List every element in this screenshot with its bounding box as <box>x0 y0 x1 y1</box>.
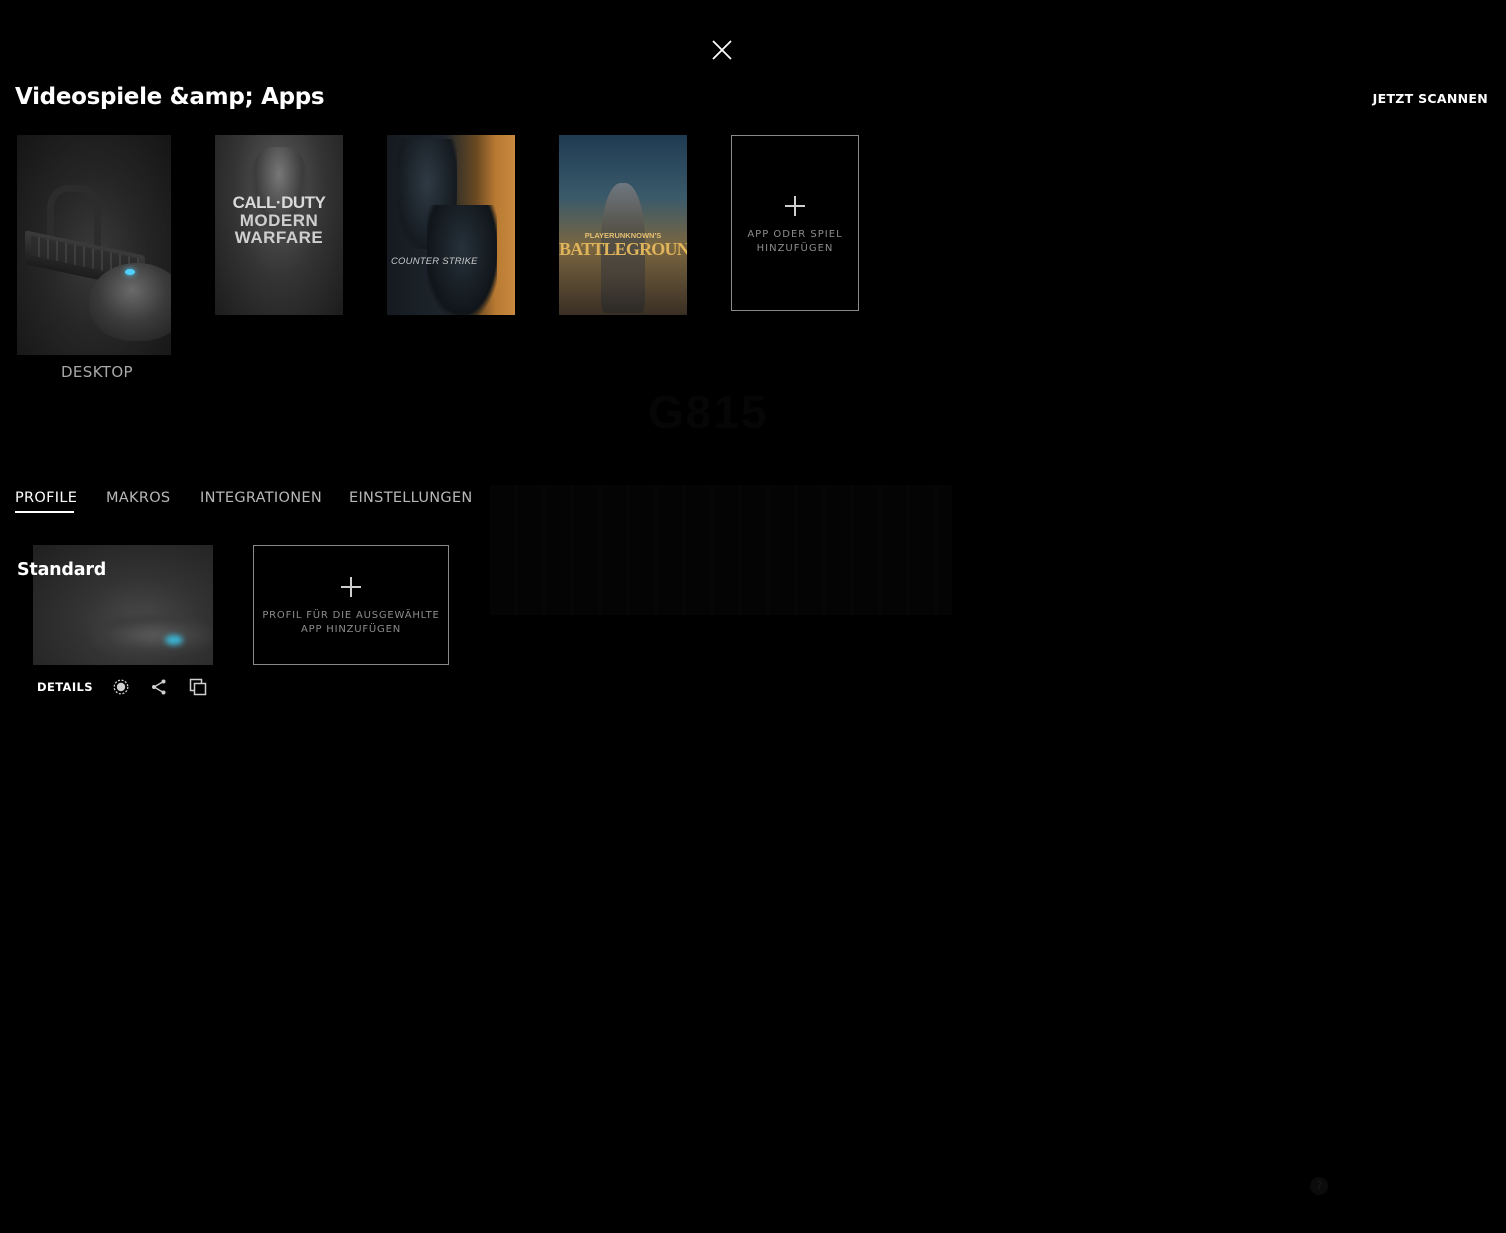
led-indicator <box>165 635 183 645</box>
plus-icon <box>785 196 805 216</box>
cs-logo-text: COUNTER STRIKE <box>391 256 478 267</box>
share-button[interactable] <box>150 678 168 696</box>
cod-logo-line1: CALL·DUTY <box>232 193 326 212</box>
close-icon <box>712 40 732 60</box>
persistent-profile-button[interactable] <box>112 678 130 696</box>
tab-einstellungen[interactable]: EINSTELLUNGEN <box>349 490 473 506</box>
active-tab-indicator <box>15 511 74 513</box>
close-button[interactable] <box>710 38 734 62</box>
profile-name: Standard <box>17 560 107 580</box>
duplicate-button[interactable] <box>189 678 207 696</box>
add-app-label: APP ODER SPIEL HINZUFÜGEN <box>747 229 843 254</box>
share-icon <box>152 679 166 695</box>
plus-icon <box>341 577 361 597</box>
duplicate-icon <box>189 678 207 696</box>
cod-logo-line3: WARFARE <box>234 228 324 247</box>
background-device-logo: G815 <box>648 386 769 438</box>
pubg-logo-line2: BATTLEGROUNDS <box>559 239 687 259</box>
add-profile-label: PROFIL FÜR DIE AUSGEWÄHLTE APP HINZUFÜGE… <box>262 610 440 635</box>
tab-profile[interactable]: PROFILE <box>15 490 77 506</box>
add-app-button[interactable]: APP ODER SPIEL HINZUFÜGEN <box>731 135 859 311</box>
app-label-desktop: DESKTOP <box>60 363 134 381</box>
tab-makros[interactable]: MAKROS <box>106 490 170 506</box>
app-tile-counter-strike[interactable]: COUNTER STRIKE <box>387 135 515 315</box>
app-tile-pubg[interactable]: PLAYERUNKNOWN'S BATTLEGROUNDS <box>559 135 687 315</box>
app-tile-call-of-duty[interactable]: CALL·DUTY MODERN WARFARE <box>215 135 343 315</box>
mouse-image <box>93 615 213 655</box>
tab-integrationen[interactable]: INTEGRATIONEN <box>200 490 322 506</box>
add-profile-button[interactable]: PROFIL FÜR DIE AUSGEWÄHLTE APP HINZUFÜGE… <box>253 545 449 665</box>
scan-now-button[interactable]: JETZT SCANNEN <box>1360 91 1488 109</box>
persistent-profile-icon <box>113 679 129 695</box>
page-title: Videospiele &amp; Apps <box>15 84 325 110</box>
details-button[interactable]: DETAILS <box>37 680 93 694</box>
background-keyboard-image <box>490 485 952 615</box>
led-indicator <box>125 269 135 275</box>
help-icon: ? <box>1310 1177 1328 1195</box>
app-tile-desktop[interactable] <box>17 135 171 355</box>
